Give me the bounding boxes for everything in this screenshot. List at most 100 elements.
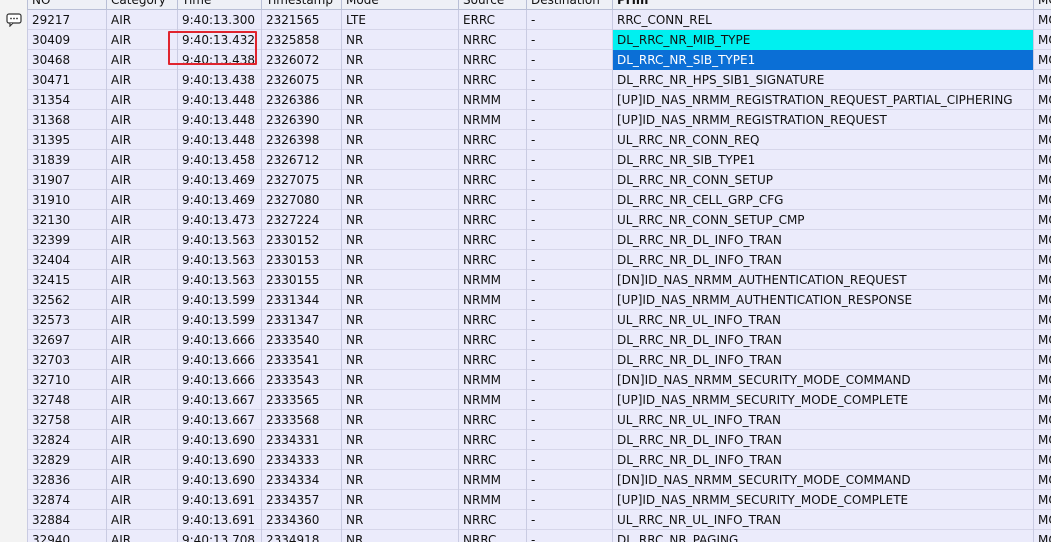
table-row[interactable]: 32824 AIR 9:40:13.690 2334331 NR NRRC - DL_RRC_…: [0, 430, 1051, 450]
row-marker-cell[interactable]: [0, 70, 28, 90]
row-mo: MO: [1038, 273, 1051, 287]
row-marker-cell[interactable]: [0, 450, 28, 470]
table-row[interactable]: 32884 AIR 9:40:13.691 2334360 NR NRRC - UL_RRC_…: [0, 510, 1051, 530]
row-mode: NR: [342, 130, 459, 150]
table-row[interactable]: 30471 AIR 9:40:13.438 2326075 NR NRRC - DL_RRC_…: [0, 70, 1051, 90]
header-category[interactable]: Category: [107, 0, 178, 10]
row-source: NRRC: [459, 30, 527, 50]
row-marker-cell[interactable]: [0, 410, 28, 430]
header-prim[interactable]: Prim: [613, 0, 1034, 10]
row-time: 9:40:13.563: [178, 270, 262, 290]
header-timestamp[interactable]: Timestamp: [262, 0, 342, 10]
table-row[interactable]: 31839 AIR 9:40:13.458 2326712 NR NRRC - DL_RRC_…: [0, 150, 1051, 170]
row-marker-cell[interactable]: [0, 530, 28, 542]
row-marker-cell[interactable]: [0, 470, 28, 490]
row-marker-cell[interactable]: [0, 390, 28, 410]
row-mode: NR: [342, 430, 459, 450]
header-no[interactable]: NO: [28, 0, 107, 10]
header-source[interactable]: Source: [459, 0, 527, 10]
table-row[interactable]: 31368 AIR 9:40:13.448 2326390 NR NRMM - [UP]ID_…: [0, 110, 1051, 130]
table-row[interactable]: 32703 AIR 9:40:13.666 2333541 NR NRRC - DL_RRC_…: [0, 350, 1051, 370]
table-row[interactable]: 32874 AIR 9:40:13.691 2334357 NR NRMM - [UP]ID_…: [0, 490, 1051, 510]
row-source: NRRC: [459, 230, 527, 250]
table-row[interactable]: 32130 AIR 9:40:13.473 2327224 NR NRRC - UL_RRC_…: [0, 210, 1051, 230]
row-marker-cell[interactable]: [0, 170, 28, 190]
row-destination: -: [527, 530, 613, 542]
row-no: 32884: [28, 510, 107, 530]
row-time: 9:40:13.448: [178, 110, 262, 130]
table-row[interactable]: 32940 AIR 9:40:13.708 2334918 NR NRRC - DL_RRC_…: [0, 530, 1051, 542]
header-mo[interactable]: MO: [1034, 0, 1051, 10]
table-row[interactable]: 32573 AIR 9:40:13.599 2331347 NR NRRC - UL_RRC_…: [0, 310, 1051, 330]
row-marker-cell[interactable]: [0, 150, 28, 170]
row-category: AIR: [107, 210, 178, 230]
row-timestamp: 2331347: [262, 310, 342, 330]
table-row[interactable]: 32697 AIR 9:40:13.666 2333540 NR NRRC - DL_RRC_…: [0, 330, 1051, 350]
row-marker-cell[interactable]: [0, 210, 28, 230]
row-marker-cell[interactable]: [0, 270, 28, 290]
row-timestamp: 2333565: [262, 390, 342, 410]
row-marker-cell[interactable]: [0, 330, 28, 350]
row-timestamp: 2331344: [262, 290, 342, 310]
row-marker-cell[interactable]: [0, 370, 28, 390]
table-row[interactable]: 31395 AIR 9:40:13.448 2326398 NR NRRC - UL_RRC_…: [0, 130, 1051, 150]
table-row[interactable]: 31907 AIR 9:40:13.469 2327075 NR NRRC - DL_RRC_…: [0, 170, 1051, 190]
row-no: 32710: [28, 370, 107, 390]
row-no: 32874: [28, 490, 107, 510]
table-row[interactable]: 32710 AIR 9:40:13.666 2333543 NR NRMM - [DN]ID_…: [0, 370, 1051, 390]
row-marker-cell[interactable]: [0, 430, 28, 450]
row-marker-cell[interactable]: [0, 130, 28, 150]
table-row[interactable]: 32758 AIR 9:40:13.667 2333568 NR NRRC - UL_RRC_…: [0, 410, 1051, 430]
table-row[interactable]: 31910 AIR 9:40:13.469 2327080 NR NRRC - DL_RRC_…: [0, 190, 1051, 210]
row-timestamp: 2334357: [262, 490, 342, 510]
row-destination: -: [527, 510, 613, 530]
row-marker-cell[interactable]: [0, 490, 28, 510]
table-row[interactable]: 29217 AIR 9:40:13.300 2321565 LTE ERRC - RRC_CO…: [0, 10, 1051, 30]
table-row[interactable]: 32562 AIR 9:40:13.599 2331344 NR NRMM - [UP]ID_…: [0, 290, 1051, 310]
row-marker-cell[interactable]: [0, 350, 28, 370]
row-marker-cell[interactable]: [0, 230, 28, 250]
row-category: AIR: [107, 70, 178, 90]
row-mo: MO: [1038, 413, 1051, 427]
row-mode: NR: [342, 190, 459, 210]
table-row[interactable]: 32415 AIR 9:40:13.563 2330155 NR NRMM - [DN]ID_…: [0, 270, 1051, 290]
row-source: NRRC: [459, 330, 527, 350]
row-marker-cell[interactable]: [0, 50, 28, 70]
table-row[interactable]: 32748 AIR 9:40:13.667 2333565 NR NRMM - [UP]ID_…: [0, 390, 1051, 410]
row-marker-cell[interactable]: [0, 290, 28, 310]
row-category: AIR: [107, 330, 178, 350]
row-marker-cell[interactable]: [0, 90, 28, 110]
row-mo: MO: [1038, 513, 1051, 527]
row-timestamp: 2326386: [262, 90, 342, 110]
header-destination[interactable]: Destination: [527, 0, 613, 10]
table-row[interactable]: 30409 AIR 9:40:13.432 2325858 NR NRRC - DL_RRC_…: [0, 30, 1051, 50]
row-destination: -: [527, 130, 613, 150]
table-row[interactable]: 31354 AIR 9:40:13.448 2326386 NR NRMM - [UP]ID_…: [0, 90, 1051, 110]
row-source: NRMM: [459, 290, 527, 310]
row-destination: -: [527, 310, 613, 330]
row-marker-cell[interactable]: [0, 30, 28, 50]
header-mode[interactable]: Mode: [342, 0, 459, 10]
row-marker-cell[interactable]: [0, 10, 28, 30]
table-row[interactable]: 32829 AIR 9:40:13.690 2334333 NR NRRC - DL_RRC_…: [0, 450, 1051, 470]
row-prim: UL_RRC_NR_CONN_REQ: [613, 130, 1034, 150]
row-no: 32415: [28, 270, 107, 290]
row-mode: NR: [342, 450, 459, 470]
table-row[interactable]: 32399 AIR 9:40:13.563 2330152 NR NRRC - DL_RRC_…: [0, 230, 1051, 250]
row-no: 31839: [28, 150, 107, 170]
row-timestamp: 2334334: [262, 470, 342, 490]
row-marker-cell[interactable]: [0, 510, 28, 530]
row-destination: -: [527, 290, 613, 310]
table-row[interactable]: 32836 AIR 9:40:13.690 2334334 NR NRMM - [DN]ID_…: [0, 470, 1051, 490]
row-marker-cell[interactable]: [0, 190, 28, 210]
row-prim: [UP]ID_NAS_NRMM_REGISTRATION_REQUEST_PAR…: [613, 90, 1034, 110]
row-marker-cell[interactable]: [0, 250, 28, 270]
table-row[interactable]: 32404 AIR 9:40:13.563 2330153 NR NRRC - DL_RRC_…: [0, 250, 1051, 270]
row-time: 9:40:13.667: [178, 410, 262, 430]
row-timestamp: 2326398: [262, 130, 342, 150]
row-marker-cell[interactable]: [0, 110, 28, 130]
row-destination: -: [527, 190, 613, 210]
row-marker-cell[interactable]: [0, 310, 28, 330]
header-time[interactable]: Time: [178, 0, 262, 10]
table-row[interactable]: 30468 AIR 9:40:13.438 2326072 NR NRRC - DL_RRC_…: [0, 50, 1051, 70]
